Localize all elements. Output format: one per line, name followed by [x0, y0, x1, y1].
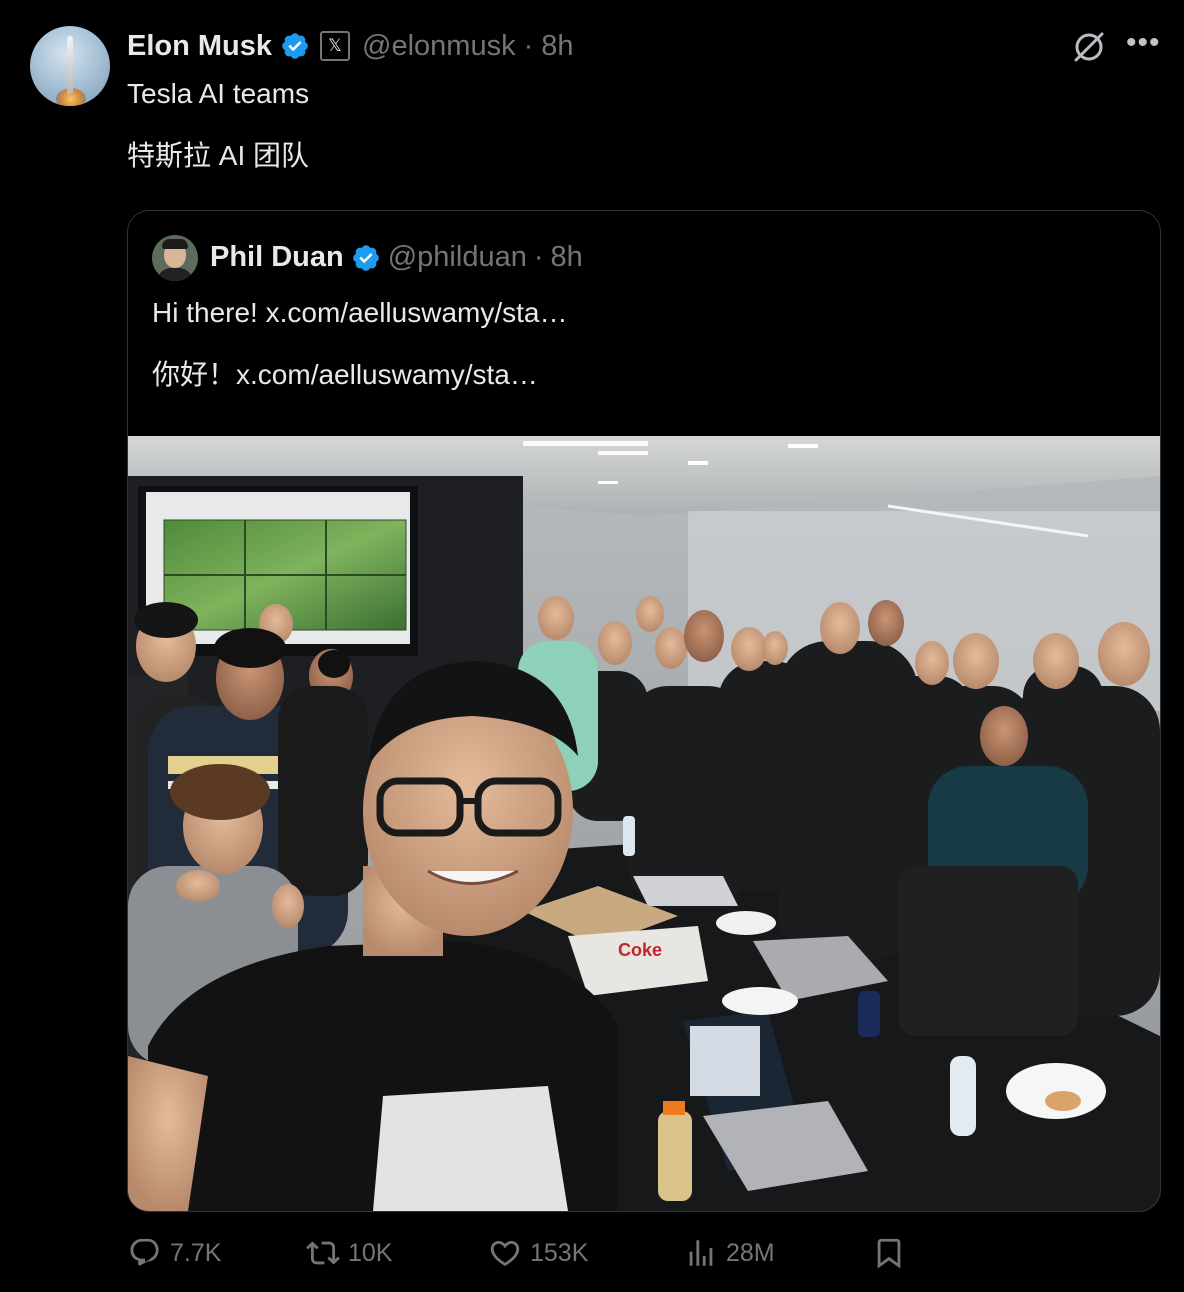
quote-line-2-link[interactable]: x.com/aelluswamy/sta…: [236, 359, 538, 390]
quote-text-line-1: Hi there! x.com/aelluswamy/sta…: [152, 297, 567, 329]
quote-line-1-link[interactable]: x.com/aelluswamy/sta…: [266, 297, 568, 328]
author-row: Elon Musk 𝕏 @elonmusk · 8h: [127, 28, 574, 64]
quote-author-row: Phil Duan @philduan · 8h: [210, 241, 583, 274]
quote-text-line-2: 你好！x.com/aelluswamy/sta…: [152, 353, 538, 393]
more-icon[interactable]: •••: [1126, 28, 1160, 62]
author-display-name[interactable]: Elon Musk: [127, 30, 272, 63]
repost-count: 10K: [348, 1238, 393, 1267]
quoted-post-photo[interactable]: Coke: [128, 436, 1160, 1211]
repost-icon: [306, 1241, 340, 1265]
reply-button[interactable]: 7.7K: [128, 1236, 221, 1270]
reply-icon: [130, 1238, 159, 1266]
bookmark-icon: [877, 1238, 901, 1269]
affiliate-badge[interactable]: 𝕏: [320, 31, 351, 61]
post-text-line-2: 特斯拉 AI 团队: [127, 140, 310, 171]
views-button[interactable]: 28M: [684, 1236, 775, 1270]
bookmark-button[interactable]: [872, 1236, 906, 1270]
author-avatar[interactable]: [30, 26, 110, 106]
verified-icon: [352, 244, 379, 271]
grok-icon[interactable]: [1072, 30, 1106, 64]
separator-dot: ·: [523, 29, 534, 62]
like-button[interactable]: 153K: [488, 1236, 588, 1270]
like-count: 153K: [530, 1238, 589, 1267]
like-icon: [490, 1240, 520, 1266]
views-icon: [689, 1240, 713, 1266]
reply-count: 7.7K: [170, 1238, 222, 1267]
quote-line-2-prefix: 你好！: [152, 359, 237, 390]
quote-author-handle[interactable]: @philduan: [388, 241, 527, 274]
author-handle[interactable]: @elonmusk: [362, 30, 516, 63]
post-time[interactable]: 8h: [541, 30, 573, 63]
quote-author-display-name[interactable]: Phil Duan: [210, 241, 344, 274]
quoted-post-card[interactable]: Phil Duan @philduan · 8h Hi there! x.com…: [127, 210, 1161, 1212]
post-text-line-1: Tesla AI teams: [127, 78, 310, 109]
quote-line-1-prefix: Hi there!: [152, 297, 258, 328]
repost-button[interactable]: 10K: [306, 1236, 392, 1270]
verified-icon: [282, 33, 308, 59]
svg-text:Coke: Coke: [618, 940, 662, 960]
post-action-bar: 7.7K 10K 153K 28M: [128, 1236, 1168, 1280]
quote-post-time[interactable]: 8h: [551, 241, 583, 274]
separator-dot: ·: [533, 241, 544, 273]
quote-author-avatar[interactable]: [152, 235, 198, 281]
views-count: 28M: [726, 1238, 775, 1267]
